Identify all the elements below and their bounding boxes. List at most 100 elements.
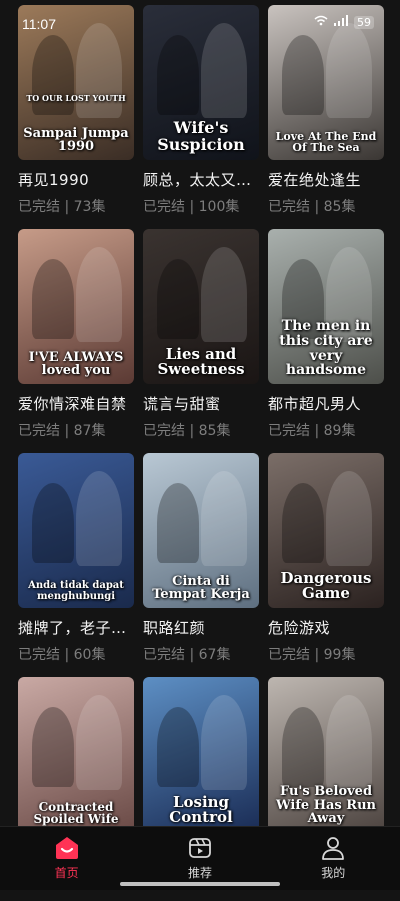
poster-figure [32, 259, 74, 339]
tab-mine[interactable]: 我的 [283, 827, 383, 890]
drama-title[interactable]: 危险游戏 [268, 617, 384, 638]
poster-figure [76, 247, 122, 342]
poster-title: Anda tidak dapat menghubungi [28, 580, 124, 602]
wifi-icon [314, 15, 328, 29]
clapperboard-icon [150, 835, 250, 861]
drama-status: 已完结 [18, 199, 60, 215]
drama-meta: 已完结 | 73集 [18, 196, 134, 216]
drama-title[interactable]: 爱你情深难自禁 [18, 393, 134, 414]
drama-episodes: 67集 [198, 647, 231, 663]
poster-figure [157, 483, 199, 563]
poster-figure [157, 259, 199, 339]
poster-figure [282, 35, 324, 115]
poster-title: Dangerous Game [280, 568, 372, 603]
drama-meta: 已完结 | 67集 [143, 644, 259, 664]
poster-title: I'VE ALWAYS loved you [28, 349, 124, 379]
drama-poster[interactable]: Cinta di Tempat Kerja [143, 453, 259, 608]
poster-title: Wife's Suspicion [157, 118, 245, 155]
poster-title: The men in this city are very handsome [279, 318, 373, 379]
meta-divider: | [60, 423, 74, 439]
meta-divider: | [60, 199, 74, 215]
poster-title: Lies and Sweetness [157, 344, 245, 379]
poster-figure [157, 707, 199, 787]
drama-status: 已完结 [143, 423, 185, 439]
drama-episodes: 99集 [323, 647, 356, 663]
meta-divider: | [310, 423, 324, 439]
poster-title: Cinta di Tempat Kerja [152, 573, 250, 603]
drama-title[interactable]: 再见1990 [18, 169, 134, 190]
poster-title: Sampai Jumpa 1990 [23, 125, 129, 155]
drama-poster[interactable]: Anda tidak dapat menghubungi [18, 453, 134, 608]
drama-card[interactable]: I'VE ALWAYS loved you 爱你情深难自禁 已完结 | 87集 [18, 229, 134, 453]
drama-status: 已完结 [18, 647, 60, 663]
poster-tagline: TO OUR LOST YOUTH [26, 92, 126, 103]
drama-title[interactable]: 谎言与甜蜜 [143, 393, 259, 414]
drama-episodes: 60集 [73, 647, 106, 663]
drama-meta: 已完结 | 85集 [143, 420, 259, 440]
meta-divider: | [185, 199, 199, 215]
drama-status: 已完结 [268, 423, 310, 439]
drama-meta: 已完结 | 99集 [268, 644, 384, 664]
poster-figure [201, 471, 247, 566]
drama-status: 已完结 [268, 647, 310, 663]
drama-meta: 已完结 | 87集 [18, 420, 134, 440]
poster-figure [201, 695, 247, 790]
drama-poster[interactable]: Lies and Sweetness [143, 229, 259, 384]
tab-mine-label: 我的 [321, 866, 346, 880]
drama-meta: 已完结 | 60集 [18, 644, 134, 664]
drama-episodes: 89集 [323, 423, 356, 439]
drama-card[interactable]: The men in this city are very handsome 都市… [268, 229, 384, 453]
poster-figure [282, 483, 324, 563]
poster-title: Love At The End Of The Sea [275, 129, 377, 155]
drama-status: 已完结 [18, 423, 60, 439]
poster-title: Contracted Spoiled Wife [33, 799, 119, 827]
user-icon [283, 835, 383, 861]
drama-card[interactable]: Anda tidak dapat menghubungi 摊牌了，老子… 已完结 |… [18, 453, 134, 677]
drama-card[interactable]: Cinta di Tempat Kerja 职路红颜已完结 | 67集 [143, 453, 259, 677]
poster-title: Fu's Beloved Wife Has Run Away [276, 784, 376, 827]
drama-status: 已完结 [143, 199, 185, 215]
meta-divider: | [310, 199, 324, 215]
drama-title[interactable]: 摊牌了，老子… [18, 617, 134, 638]
drama-title[interactable]: 都市超凡男人 [268, 393, 384, 414]
poster-title: Losing Control [169, 792, 233, 827]
poster-figure [76, 695, 122, 790]
tab-home[interactable]: 首页 [17, 827, 117, 890]
tab-recommend-label: 推荐 [187, 866, 212, 880]
drama-poster[interactable]: Losing Control [143, 677, 259, 832]
battery-level: 59 [357, 15, 371, 29]
status-icons: 59 [314, 15, 374, 29]
meta-divider: | [60, 647, 74, 663]
status-time: 11:07 [22, 16, 56, 32]
home-icon [17, 835, 117, 861]
drama-poster[interactable]: Dangerous Game [268, 453, 384, 608]
status-bar: 11:07 59 [0, 0, 400, 40]
drama-title[interactable]: 职路红颜 [143, 617, 259, 638]
drama-card[interactable]: Lies and Sweetness 谎言与甜蜜已完结 | 85集 [143, 229, 259, 453]
drama-meta: 已完结 | 100集 [143, 196, 259, 216]
tab-home-label: 首页 [54, 866, 79, 880]
battery-icon: 59 [354, 15, 374, 29]
drama-episodes: 85集 [198, 423, 231, 439]
drama-episodes: 85集 [323, 199, 356, 215]
signal-icon [334, 15, 348, 29]
drama-episodes: 73集 [73, 199, 106, 215]
drama-meta: 已完结 | 85集 [268, 196, 384, 216]
drama-poster[interactable]: Fu's Beloved Wife Has Run Away [268, 677, 384, 832]
drama-poster[interactable]: Contracted Spoiled Wife [18, 677, 134, 832]
bottom-tab-bar: 首页 推荐 我的 [0, 826, 400, 890]
drama-title[interactable]: 顾总，太太又… [143, 169, 259, 190]
drama-status: 已完结 [268, 199, 310, 215]
meta-divider: | [310, 647, 324, 663]
meta-divider: | [185, 423, 199, 439]
poster-figure [157, 35, 199, 115]
drama-card[interactable]: Dangerous Game 危险游戏已完结 | 99集 [268, 453, 384, 677]
drama-poster[interactable]: I'VE ALWAYS loved you [18, 229, 134, 384]
drama-title[interactable]: 爱在绝处逢生 [268, 169, 384, 190]
poster-figure [201, 247, 247, 342]
tab-recommend[interactable]: 推荐 [150, 827, 250, 890]
drama-grid: TO OUR LOST YOUTH Sampai Jumpa 1990 再见1990… [18, 5, 384, 901]
poster-figure [32, 707, 74, 787]
home-indicator[interactable] [120, 882, 280, 886]
drama-poster[interactable]: The men in this city are very handsome [268, 229, 384, 384]
